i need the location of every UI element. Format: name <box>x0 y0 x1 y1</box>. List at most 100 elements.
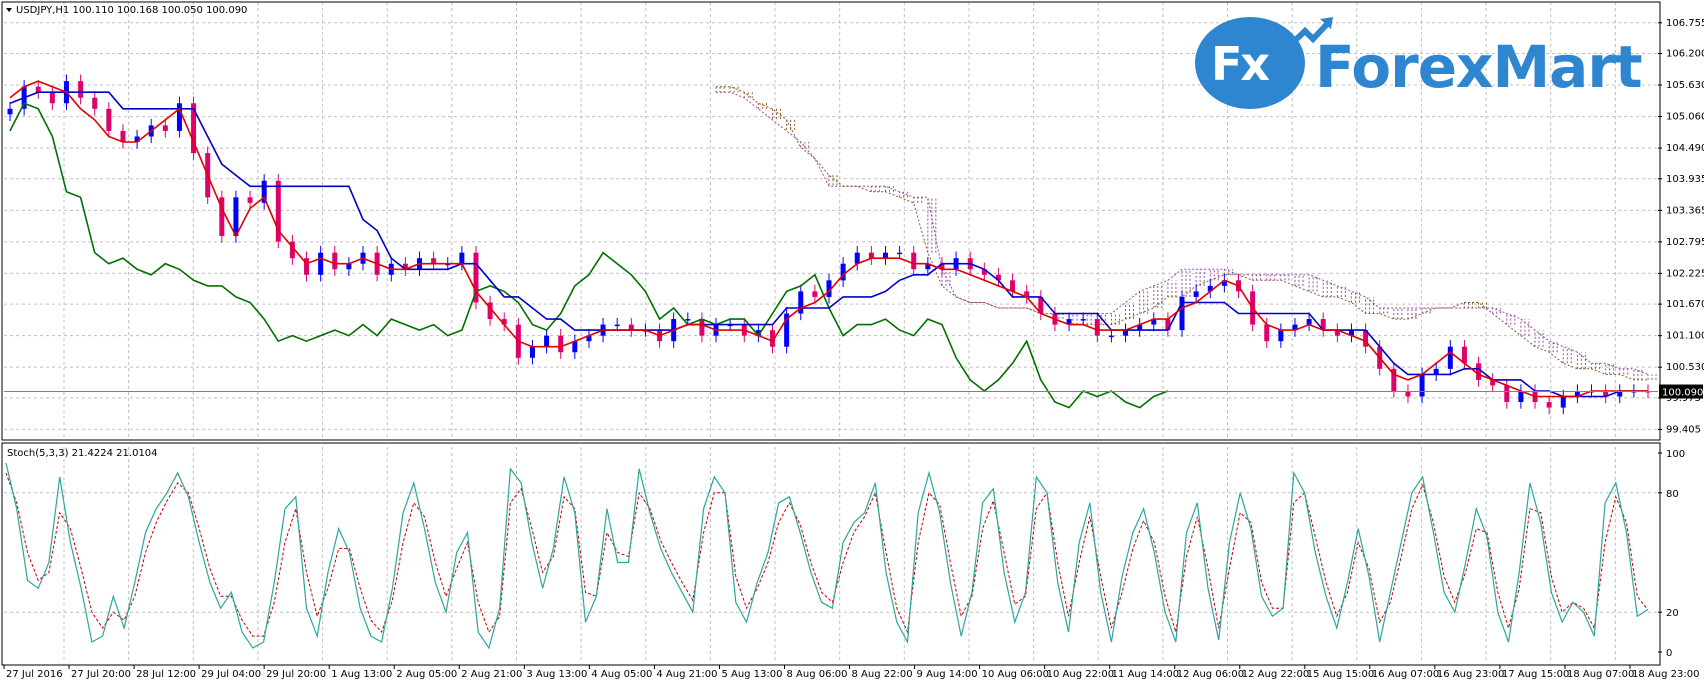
candle-body <box>854 252 860 264</box>
candle-body <box>882 252 888 259</box>
time-axis: 27 Jul 2016 27 Jul 20:00 28 Jul 12:00 29 Ju… <box>3 665 1699 680</box>
candle-body <box>49 92 55 104</box>
candle-body <box>431 258 437 264</box>
price-tick-label: 106.200 <box>1666 48 1704 59</box>
stoch-panel-frame <box>1 442 1661 666</box>
candle-body <box>7 108 13 115</box>
logo-wordmark: ForexMart <box>1315 33 1643 101</box>
candle-body <box>106 108 112 131</box>
price-tick-label: 104.490 <box>1666 143 1704 154</box>
candle-body <box>911 252 917 270</box>
time-tick-label: 9 Aug 14:00 <box>917 669 978 680</box>
stoch-signal-line <box>5 472 1649 637</box>
price-tick-label: 105.630 <box>1666 80 1704 91</box>
stoch-tick-label: 100 <box>1666 449 1685 460</box>
candle-body <box>1108 335 1114 338</box>
time-tick-label: 27 Jul 2016 <box>6 669 63 680</box>
price-tick-label: 102.795 <box>1666 237 1704 248</box>
candle-body <box>1193 291 1199 297</box>
candle-body <box>233 197 239 237</box>
candle-body <box>318 252 324 275</box>
price-tick-label: 99.405 <box>1666 424 1701 435</box>
last-price-label: 100.090 <box>1662 388 1703 399</box>
candle-body <box>812 291 818 297</box>
candle-body <box>1504 385 1510 403</box>
candle-body <box>868 252 874 259</box>
candle-body <box>544 335 550 347</box>
time-tick-label: 27 Jul 20:00 <box>71 669 131 680</box>
candle-body <box>459 252 465 264</box>
time-tick-label: 12 Aug 06:00 <box>1177 669 1244 680</box>
time-tick-label: 5 Aug 13:00 <box>721 669 782 680</box>
stochastic-lines <box>5 462 1649 650</box>
candle-body <box>1419 374 1425 397</box>
candle-body <box>1518 390 1524 403</box>
chikou-span-line <box>9 102 1169 409</box>
price-tick-label: 103.365 <box>1666 205 1704 216</box>
time-tick-label: 1 Aug 13:00 <box>331 669 392 680</box>
stochastic-grid <box>4 447 1658 663</box>
candle-body <box>346 263 352 270</box>
candle-body <box>1433 368 1439 375</box>
candle-body <box>35 86 41 93</box>
time-tick-label: 8 Aug 06:00 <box>786 669 847 680</box>
stochastic-header: Stoch(5,3,3) 21.4224 21.0104 <box>7 448 158 459</box>
time-tick-label: 2 Aug 05:00 <box>396 669 457 680</box>
stochastic-axis: 100 80 20 0 <box>1658 449 1685 659</box>
candle-body <box>529 346 535 358</box>
time-tick-label: 4 Aug 05:00 <box>591 669 652 680</box>
candle-body <box>176 103 182 131</box>
candle-body <box>247 197 253 203</box>
price-tick-label: 101.670 <box>1666 299 1704 310</box>
time-tick-label: 29 Jul 04:00 <box>201 669 261 680</box>
time-tick-label: 8 Aug 22:00 <box>852 669 913 680</box>
time-tick-label: 15 Aug 15:00 <box>1307 669 1374 680</box>
time-tick-label: 28 Jul 12:00 <box>136 669 196 680</box>
candle-body <box>614 324 620 327</box>
symbol-header: USDJPY,H1 100.110 100.168 100.050 100.09… <box>16 5 248 16</box>
collapse-arrow-icon[interactable] <box>6 8 12 12</box>
candle-body <box>162 125 168 131</box>
candle-body <box>332 252 338 270</box>
time-tick-label: 16 Aug 07:00 <box>1372 669 1439 680</box>
price-tick-label: 102.225 <box>1666 268 1704 279</box>
candle-body <box>558 335 564 353</box>
candle-body <box>897 252 903 255</box>
candle-body <box>1278 330 1284 342</box>
time-tick-label: 17 Aug 15:00 <box>1502 669 1569 680</box>
time-tick-label: 3 Aug 13:00 <box>526 669 587 680</box>
candle-body <box>1461 346 1467 364</box>
candle-body <box>1476 363 1482 380</box>
time-tick-label: 2 Aug 21:00 <box>461 669 522 680</box>
logo-fx-text: Fx <box>1211 37 1270 91</box>
time-tick-label: 18 Aug 23:00 <box>1632 669 1699 680</box>
time-tick-label: 4 Aug 21:00 <box>656 669 717 680</box>
candle-body <box>1010 280 1016 292</box>
logo-arrow-icon <box>1277 17 1333 57</box>
time-tick-label: 11 Aug 14:00 <box>1112 669 1179 680</box>
candle-body <box>1447 346 1453 369</box>
price-tick-label: 105.060 <box>1666 112 1704 123</box>
candle-body <box>1546 402 1552 408</box>
candle-body <box>628 324 634 331</box>
candle-body <box>572 341 578 353</box>
price-tick-label: 101.100 <box>1666 331 1704 342</box>
price-tick-label: 106.755 <box>1666 18 1704 29</box>
time-tick-label: 16 Aug 23:00 <box>1437 669 1504 680</box>
candle-body <box>78 81 84 98</box>
time-tick-label: 29 Jul 20:00 <box>266 669 326 680</box>
time-tick-label: 10 Aug 22:00 <box>1047 669 1114 680</box>
stoch-tick-label: 0 <box>1666 648 1672 659</box>
candlesticks <box>7 74 1651 415</box>
candle-body <box>685 319 691 321</box>
time-tick-label: 18 Aug 07:00 <box>1567 669 1634 680</box>
stoch-tick-label: 80 <box>1666 489 1679 500</box>
candle-body <box>92 97 98 109</box>
candle-body <box>699 319 705 336</box>
time-tick-label: 10 Aug 06:00 <box>982 669 1049 680</box>
candle-body <box>1094 319 1100 336</box>
candle-body <box>1264 324 1270 342</box>
stoch-tick-label: 20 <box>1666 608 1679 619</box>
price-tick-label: 100.530 <box>1666 362 1704 373</box>
time-tick-label: 12 Aug 22:00 <box>1242 669 1309 680</box>
